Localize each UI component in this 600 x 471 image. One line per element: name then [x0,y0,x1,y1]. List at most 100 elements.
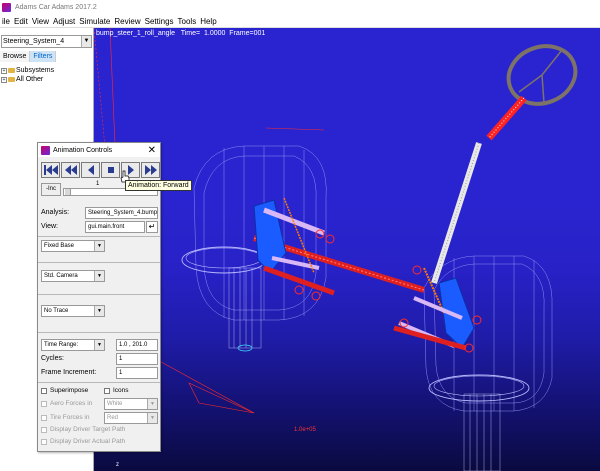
increment-button[interactable]: -Inc [41,183,61,196]
tire-forces-label: Tire Forces in [50,414,90,421]
reverse-button[interactable] [81,162,100,178]
analysis-label: Analysis: [41,209,70,216]
driver-actual-path-label: Display Driver Actual Path [50,438,126,445]
superimpose-checkbox[interactable]: Superimpose [41,387,88,394]
fast-reverse-icon [65,165,77,175]
fast-reverse-button[interactable] [61,162,80,178]
driver-target-path-label: Display Driver Target Path [50,426,126,433]
menu-view[interactable]: View [30,17,51,26]
trace-dropdown[interactable]: No Trace ▼ [41,305,105,317]
checkbox-box[interactable] [41,414,47,421]
window-title: Adams Car Adams 2017.2 [15,4,97,11]
aero-forces-checkbox[interactable]: Aero Forces in [41,400,92,407]
view-field[interactable]: gui.main.front [85,221,145,233]
tree-item-label: Subsystems [16,67,55,74]
expand-icon[interactable]: + [1,76,7,83]
menu-simulate[interactable]: Simulate [77,17,112,26]
base-dropdown[interactable]: Fixed Base ▼ [41,240,105,252]
frame-number: 1 [96,181,100,187]
time-range-dropdown[interactable]: Time Range: ▼ [41,339,105,351]
tree-item-all-other[interactable]: + All Other [0,75,54,84]
folder-icon [8,68,15,73]
scale-label: 1.0e+05 [294,427,316,433]
tooltip: Animation: Forward [125,180,192,191]
expand-icon[interactable]: + [1,67,7,74]
tire-forces-checkbox[interactable]: Tire Forces in [41,414,90,421]
aero-color-dropdown[interactable]: White ▼ [104,398,158,410]
frame-increment-label: Frame Increment: [41,369,97,376]
menu-bar: ile Edit View Adjust Simulate Review Set… [0,15,600,28]
separator [38,236,160,237]
fast-forward-icon [145,165,157,175]
viewport-status-text: bump_steer_1_roll_angle Time= 1.0000 Fra… [96,30,266,37]
chevron-down-icon[interactable]: ▼ [94,271,104,281]
browser-tabs: Browse Filters [0,51,93,62]
menu-file[interactable]: ile [0,17,12,26]
menu-settings[interactable]: Settings [143,17,176,26]
driver-target-path-checkbox[interactable]: Display Driver Target Path [41,426,125,433]
camera-dropdown-value: Std. Camera [44,273,78,279]
menu-edit[interactable]: Edit [12,17,30,26]
aero-forces-label: Aero Forces in [50,400,93,407]
menu-help[interactable]: Help [198,17,218,26]
separator [38,262,160,263]
frame-increment-field[interactable]: 1 [116,367,158,379]
checkbox-box[interactable] [104,387,110,394]
separator [38,332,160,333]
analysis-field[interactable]: Steering_System_4.bump_ [85,207,158,219]
checkbox-box[interactable] [41,387,47,394]
cycles-field[interactable]: 1 [116,353,158,365]
icons-label: Icons [113,387,129,394]
stop-button[interactable] [101,162,120,178]
chevron-down-icon[interactable]: ▼ [94,340,104,350]
separator [38,294,160,295]
axis-label: z [116,462,119,468]
tab-filters[interactable]: Filters [30,51,57,62]
play-reverse-icon [88,165,94,175]
stop-icon [108,167,114,173]
chevron-down-icon[interactable]: ▼ [94,241,104,251]
time-range-dropdown-value: Time Range: [44,342,79,348]
chevron-down-icon[interactable]: ▼ [94,306,104,316]
tree-item-label: All Other [16,76,44,83]
chevron-down-icon[interactable]: ▼ [147,399,157,409]
skip-start-icon [44,165,58,175]
aero-color-value: White [107,401,123,407]
base-dropdown-value: Fixed Base [44,243,75,249]
playback-controls [41,162,160,178]
menu-adjust[interactable]: Adjust [51,17,77,26]
chevron-down-icon[interactable]: ▼ [81,36,91,47]
model-selector[interactable]: Steering_System_4 ▼ [1,35,92,48]
tire-color-dropdown[interactable]: Red ▼ [104,412,158,424]
app-logo-icon [2,3,11,12]
checkbox-box[interactable] [41,400,47,407]
close-icon[interactable]: ✕ [148,145,160,156]
slider-handle[interactable] [65,189,71,195]
enter-icon[interactable]: ↵ [146,221,158,233]
folder-icon [8,77,15,82]
trace-dropdown-value: No Trace [44,308,69,314]
cycles-label: Cycles: [41,355,64,362]
tire-color-value: Red [107,415,119,421]
menu-review[interactable]: Review [112,17,142,26]
separator [38,382,160,383]
model-selector-value: Steering_System_4 [3,38,65,45]
driver-actual-path-checkbox[interactable]: Display Driver Actual Path [41,438,125,445]
camera-dropdown[interactable]: Std. Camera ▼ [41,270,105,282]
app-logo-icon [41,145,50,155]
chevron-down-icon[interactable]: ▼ [147,413,157,423]
fast-forward-button[interactable] [141,162,160,178]
graphics-viewport[interactable]: bump_steer_1_roll_angle Time= 1.0000 Fra… [94,28,600,471]
checkbox-box[interactable] [41,438,47,445]
icons-checkbox[interactable]: Icons [104,387,129,394]
suspension-model-render [94,28,578,471]
dialog-title: Animation Controls [53,146,113,154]
tab-browse[interactable]: Browse [0,51,31,62]
tree-item-subsystems[interactable]: + Subsystems [0,66,54,75]
rewind-start-button[interactable] [41,162,60,178]
dialog-titlebar[interactable]: Animation Controls ✕ [38,143,160,157]
checkbox-box[interactable] [41,426,47,433]
menu-tools[interactable]: Tools [176,17,199,26]
window-titlebar: Adams Car Adams 2017.2 [0,0,600,15]
time-range-field[interactable]: 1.0 , 201.0 [116,339,158,351]
